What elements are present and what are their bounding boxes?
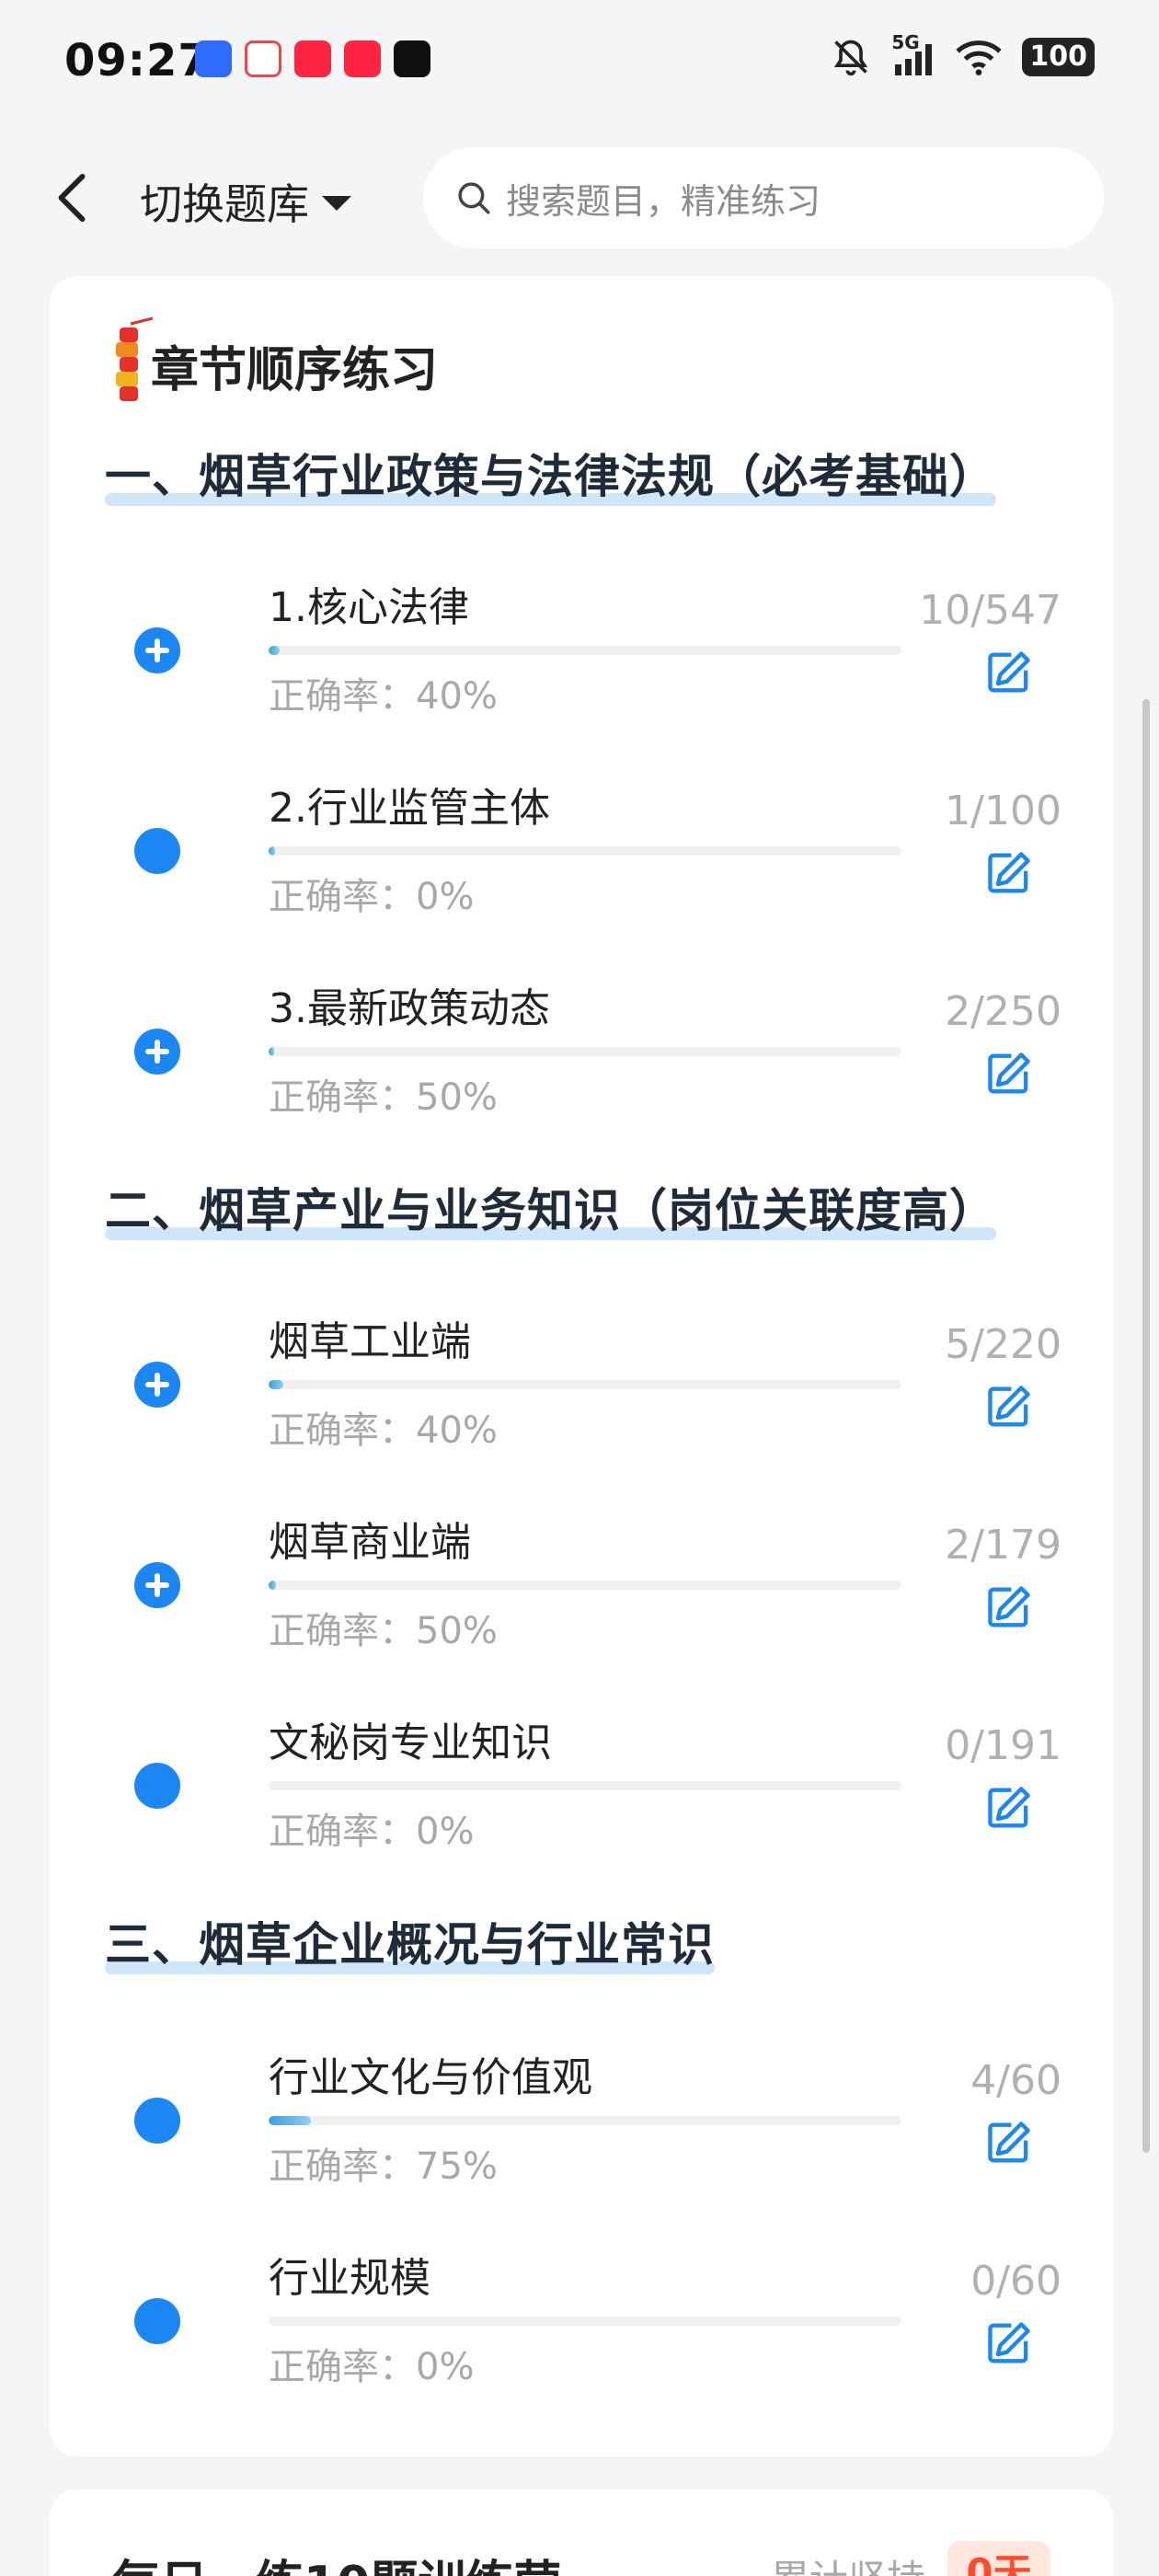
chapter-name: 烟草工业端: [269, 1318, 471, 1365]
progress-bar: [269, 846, 901, 856]
streak-label: 累计坚持: [771, 2548, 925, 2576]
progress-fill: [269, 1380, 283, 1389]
chapter-name: 1.核心法律: [269, 584, 469, 631]
edit-practice-icon[interactable]: [982, 1380, 1036, 1433]
tiktok-icon: [394, 40, 430, 77]
progress-count: 5/220: [945, 1321, 1061, 1368]
top-bar: 切换题库 搜索题目，精准练习: [0, 129, 1159, 267]
search-input[interactable]: 搜索题目，精准练习: [423, 147, 1104, 248]
firecracker-icon: [116, 316, 154, 401]
accuracy-text: 正确率：40%: [269, 1409, 498, 1452]
edit-practice-icon[interactable]: [982, 1781, 1036, 1834]
progress-bar: [269, 1380, 901, 1389]
edit-practice-icon[interactable]: [982, 2317, 1036, 2370]
progress-bar: [269, 2116, 901, 2125]
bullet-dot-icon: [134, 2298, 180, 2344]
chapter-name: 文秘岗专业知识: [269, 1719, 552, 1766]
chapter-item[interactable]: 1.核心法律 正确率：40% 10/547: [50, 561, 1113, 762]
search-icon: [458, 182, 490, 214]
edit-practice-icon[interactable]: [982, 646, 1036, 699]
progress-bar: [269, 1781, 901, 1790]
progress-bar: [269, 646, 901, 655]
progress-count: 0/191: [945, 1722, 1061, 1769]
chapter-name: 3.最新政策动态: [269, 985, 550, 1032]
progress-count: 2/250: [945, 988, 1061, 1035]
section-title: 一、烟草行业政策与法律法规（必考基础）: [105, 440, 996, 506]
battery-indicator: 100: [1022, 38, 1095, 76]
chapter-item[interactable]: 烟草工业端 正确率：40% 5/220: [50, 1295, 1113, 1496]
chapter-name: 行业文化与价值观: [269, 2054, 592, 2101]
progress-count: 2/179: [945, 1522, 1061, 1569]
scrollbar[interactable]: [1142, 699, 1150, 2153]
chapter-item[interactable]: 烟草商业端 正确率：50% 2/179: [50, 1496, 1113, 1696]
notification-app-icons: [195, 40, 430, 77]
chapter-practice-card: 章节顺序练习 一、烟草行业政策与法律法规（必考基础） 1.核心法律 正确率：40…: [50, 276, 1113, 2456]
bullet-dot-icon: [134, 1763, 180, 1809]
chapter-item[interactable]: 2.行业监管主体 正确率：0% 1/100: [50, 762, 1113, 962]
chapter-name: 行业规模: [269, 2255, 430, 2302]
expand-plus-icon[interactable]: [134, 1029, 180, 1075]
search-placeholder: 搜索题目，精准练习: [506, 180, 821, 222]
accuracy-text: 正确率：50%: [269, 1610, 498, 1652]
sail-app-icon: [245, 40, 281, 77]
expand-plus-icon[interactable]: [134, 627, 180, 673]
chapter-item[interactable]: 行业文化与价值观 正确率：75% 4/60: [50, 2031, 1113, 2232]
accuracy-text: 正确率：0%: [269, 876, 475, 918]
back-arrow-icon[interactable]: [53, 173, 90, 223]
progress-bar: [269, 2317, 901, 2326]
progress-fill: [269, 1581, 276, 1590]
status-bar: 09:27 5G 100: [0, 0, 1159, 129]
switch-label: 切换题库: [140, 179, 309, 229]
accuracy-text: 正确率：40%: [269, 675, 498, 718]
accuracy-text: 正确率：0%: [269, 2346, 475, 2388]
section-title: 二、烟草产业与业务知识（岗位关联度高）: [105, 1174, 996, 1240]
wifi-icon: [956, 40, 1003, 75]
progress-fill: [269, 1047, 274, 1056]
progress-count: 4/60: [970, 2057, 1061, 2104]
daily-practice-title: 每日一练10题训练营: [112, 2545, 561, 2576]
daily-practice-card[interactable]: 每日一练10题训练营 累计坚持 0天: [50, 2490, 1113, 2576]
xiaohongshu-icon: [294, 40, 331, 77]
section-title: 三、烟草企业概况与行业常识: [105, 1908, 715, 1974]
chapter-item[interactable]: 3.最新政策动态 正确率：50% 2/250: [50, 962, 1113, 1163]
network-type: 5G: [891, 31, 920, 53]
accuracy-text: 正确率：50%: [269, 1076, 498, 1119]
progress-bar: [269, 1047, 901, 1056]
edit-practice-icon[interactable]: [982, 2116, 1036, 2169]
card-title: 章节顺序练习: [151, 343, 439, 398]
expand-plus-icon[interactable]: [134, 1562, 180, 1608]
accuracy-text: 正确率：0%: [269, 1811, 475, 1853]
expand-plus-icon[interactable]: [134, 1362, 180, 1408]
progress-fill: [269, 646, 281, 655]
bullet-dot-icon: [134, 828, 180, 874]
progress-fill: [269, 846, 275, 856]
chapter-item[interactable]: 行业规模 正确率：0% 0/60: [50, 2232, 1113, 2432]
mute-bell-icon: [834, 40, 868, 76]
edit-practice-icon[interactable]: [982, 1581, 1036, 1634]
edit-practice-icon[interactable]: [982, 1047, 1036, 1100]
chapter-item[interactable]: 文秘岗专业知识 正确率：0% 0/191: [50, 1696, 1113, 1897]
shield-app-icon: [195, 40, 232, 77]
edit-practice-icon[interactable]: [982, 846, 1036, 900]
xiaohongshu-icon: [344, 40, 381, 77]
progress-count: 0/60: [970, 2258, 1061, 2305]
caret-down-icon: [322, 196, 351, 211]
bullet-dot-icon: [134, 2098, 180, 2144]
signal-icon: 5G: [891, 31, 935, 77]
progress-count: 10/547: [919, 587, 1061, 634]
progress-fill: [269, 2116, 312, 2125]
chapter-name: 烟草商业端: [269, 1519, 471, 1566]
progress-bar: [269, 1581, 901, 1590]
accuracy-text: 正确率：75%: [269, 2145, 498, 2188]
switch-question-bank-button[interactable]: 切换题库: [140, 171, 351, 232]
status-time: 09:27: [64, 35, 210, 86]
streak-days-badge: 0天: [947, 2541, 1050, 2576]
chapter-name: 2.行业监管主体: [269, 785, 550, 832]
progress-count: 1/100: [945, 788, 1061, 834]
